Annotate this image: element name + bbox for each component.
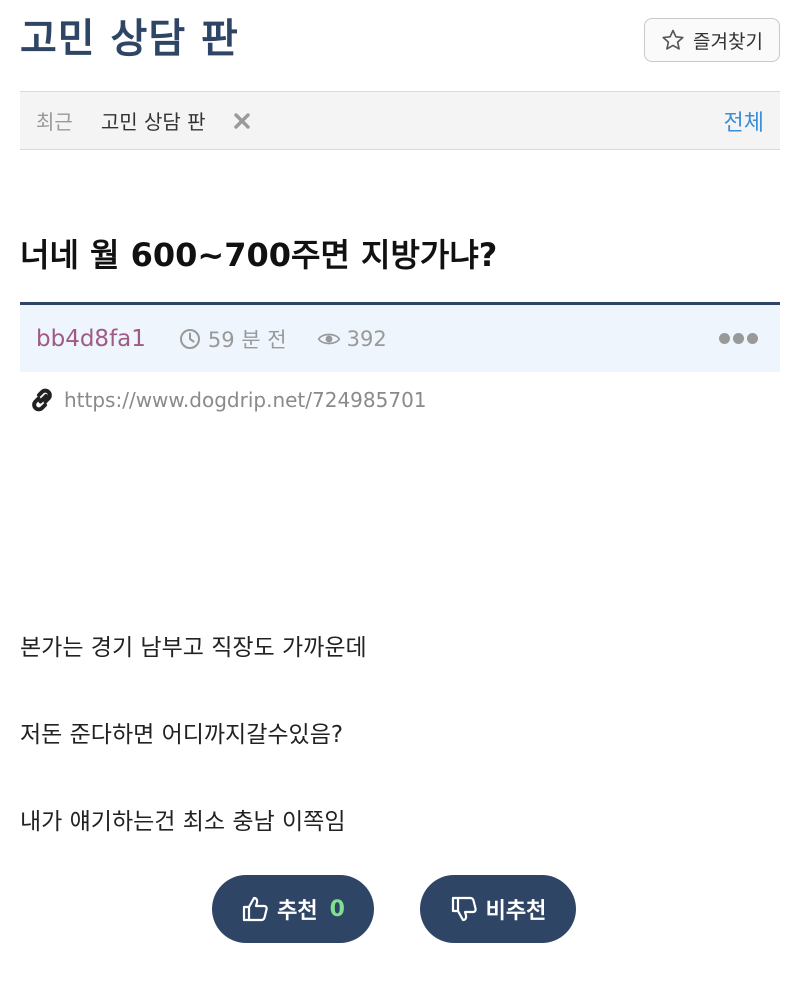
author-name[interactable]: bb4d8fa1	[36, 326, 146, 352]
thumbs-up-icon	[242, 896, 268, 922]
link-icon	[32, 388, 52, 412]
post-meta-bar: bb4d8fa1 59 분 전 392	[20, 302, 780, 372]
page: 고민 상담 판 즐겨찾기 최근 고민 상담 판 전체 너네 월 600~700주…	[0, 0, 800, 1003]
downvote-button[interactable]: 비추천	[420, 875, 576, 943]
board-title[interactable]: 고민 상담 판	[20, 12, 239, 66]
upvote-button[interactable]: 추천 0	[212, 875, 374, 943]
eye-icon	[317, 333, 340, 344]
clock-icon	[179, 328, 200, 349]
post-time: 59 분 전	[178, 324, 287, 354]
content-paragraph: 저돈 준다하면 어디까지갈수있음?	[20, 722, 344, 748]
more-options-button[interactable]	[713, 327, 764, 350]
post-title: 너네 월 600~700주면 지방가냐?	[20, 236, 498, 274]
vote-area: 추천 0 비추천	[0, 875, 800, 943]
downvote-label: 비추천	[485, 899, 547, 924]
post-time-text: 59 분 전	[207, 327, 287, 352]
favorite-button[interactable]: 즐겨찾기	[644, 18, 780, 62]
content-paragraph: 본가는 경기 남부고 직장도 가까운데	[20, 635, 367, 661]
recent-item-link[interactable]: 고민 상담 판	[101, 106, 206, 135]
recent-label: 최근	[36, 110, 73, 134]
board-header: 고민 상담 판 즐겨찾기	[20, 12, 780, 72]
favorite-label: 즐겨찾기	[693, 30, 763, 53]
view-count: 392	[317, 327, 387, 351]
permalink: https://www.dogdrip.net/724985701	[28, 386, 427, 414]
close-icon[interactable]	[232, 111, 252, 131]
permalink-url[interactable]: https://www.dogdrip.net/724985701	[64, 388, 427, 412]
view-count-text: 392	[346, 326, 387, 351]
upvote-label: 추천	[277, 899, 318, 924]
recent-boards-bar: 최근 고민 상담 판 전체	[20, 91, 780, 150]
more-dot-icon	[719, 333, 730, 344]
thumbs-down-icon	[451, 896, 477, 922]
view-all-link[interactable]: 전체	[724, 105, 764, 137]
more-dot-icon	[747, 333, 758, 344]
more-dot-icon	[733, 333, 744, 344]
star-icon	[662, 29, 684, 50]
post-content: 본가는 경기 남부고 직장도 가까운데 저돈 준다하면 어디까지갈수있음? 내가…	[20, 628, 780, 889]
upvote-count: 0	[329, 896, 345, 922]
